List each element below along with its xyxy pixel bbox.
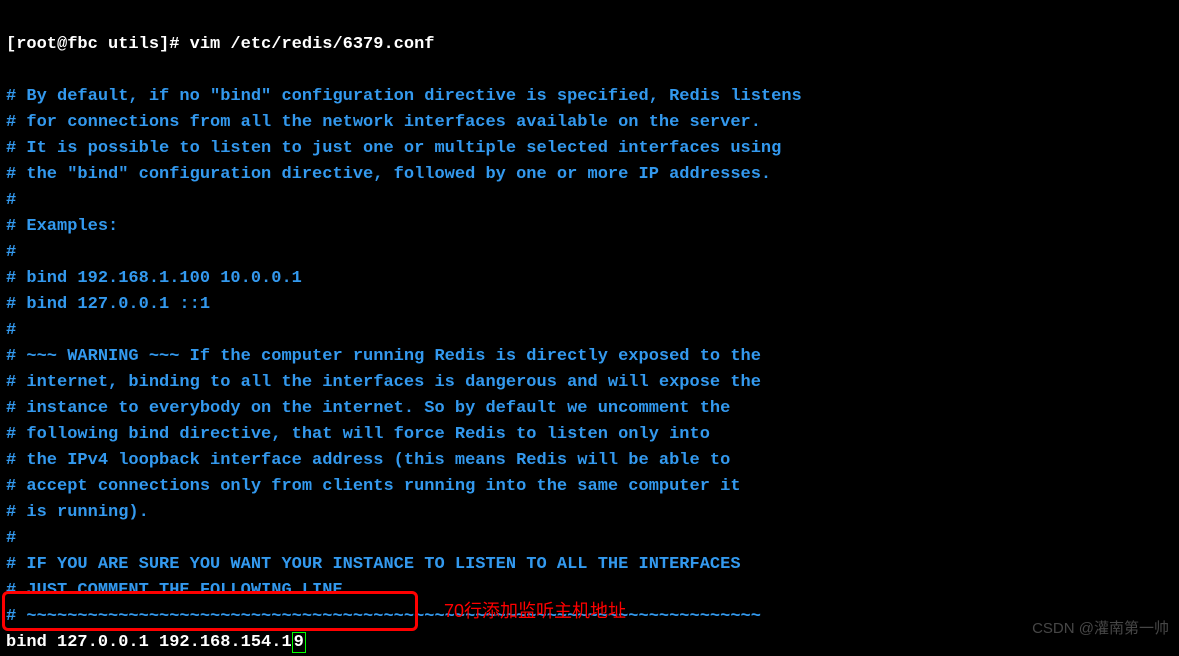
file-line-15: # the IPv4 loopback interface address (t…	[6, 451, 730, 470]
annotation-text: 70行添加监听主机地址	[444, 598, 626, 624]
file-line-5: #	[6, 191, 16, 210]
watermark-text: CSDN @灌南第一帅	[1032, 616, 1169, 642]
file-line-1: # By default, if no "bind" configuration…	[6, 87, 802, 106]
file-line-7: #	[6, 243, 16, 262]
file-line-2: # for connections from all the network i…	[6, 113, 761, 132]
file-line-20: # JUST COMMENT THE FOLLOWING LINE.	[6, 581, 353, 600]
file-line-16: # accept connections only from clients r…	[6, 477, 741, 496]
file-line-12: # internet, binding to all the interface…	[6, 373, 761, 392]
file-line-3: # It is possible to listen to just one o…	[6, 139, 781, 158]
file-line-10: #	[6, 321, 16, 340]
file-line-8: # bind 192.168.1.100 10.0.0.1	[6, 269, 302, 288]
bind-prefix: bind 127.0.0.1 192.168.154.1	[6, 633, 292, 652]
file-line-18: #	[6, 529, 16, 548]
file-line-11: # ~~~ WARNING ~~~ If the computer runnin…	[6, 347, 761, 366]
file-line-21: # ~~~~~~~~~~~~~~~~~~~~~~~~~~~~~~~~~~~~~~…	[6, 607, 761, 626]
file-line-19: # IF YOU ARE SURE YOU WANT YOUR INSTANCE…	[6, 555, 741, 574]
file-line-14: # following bind directive, that will fo…	[6, 425, 710, 444]
file-line-9: # bind 127.0.0.1 ::1	[6, 295, 210, 314]
file-line-17: # is running).	[6, 503, 149, 522]
file-line-13: # instance to everybody on the internet.…	[6, 399, 730, 418]
file-line-6: # Examples:	[6, 217, 118, 236]
file-line-4: # the "bind" configuration directive, fo…	[6, 165, 771, 184]
shell-prompt: [root@fbc utils]# vim /etc/redis/6379.co…	[6, 35, 434, 54]
terminal-output[interactable]: [root@fbc utils]# vim /etc/redis/6379.co…	[6, 6, 1173, 656]
